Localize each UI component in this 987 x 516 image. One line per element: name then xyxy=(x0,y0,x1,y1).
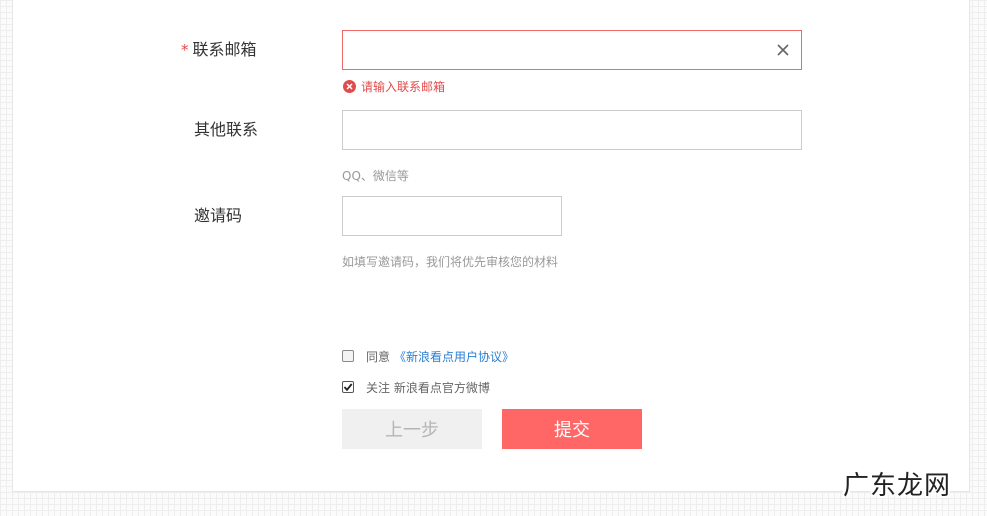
watermark: 广东龙网 xyxy=(842,471,951,501)
invite-code-box[interactable] xyxy=(342,196,562,236)
check-icon xyxy=(343,383,353,392)
follow-text: 关注 新浪看点官方微博 xyxy=(366,380,490,395)
prev-step-button[interactable]: 上一步 xyxy=(342,409,482,449)
agree-row: 同意 《新浪看点用户协议》 xyxy=(342,348,514,364)
user-agreement-link[interactable]: 《新浪看点用户协议》 xyxy=(394,348,514,365)
other-contact-hint: QQ、微信等 xyxy=(342,169,409,183)
agree-checkbox[interactable] xyxy=(342,350,354,362)
form-card xyxy=(12,0,970,492)
close-icon[interactable] xyxy=(773,40,793,60)
email-label-text: 联系邮箱 xyxy=(192,40,257,59)
required-mark: * xyxy=(181,41,189,59)
email-field[interactable] xyxy=(351,31,765,69)
follow-checkbox[interactable] xyxy=(342,381,354,393)
invite-code-label: 邀请码 xyxy=(194,206,243,225)
email-label: * 联系邮箱 xyxy=(181,40,257,60)
email-error-text: 请输入联系邮箱 xyxy=(361,79,446,94)
agree-text: 同意 xyxy=(366,349,391,364)
other-contact-field[interactable] xyxy=(351,111,795,149)
email-field-box[interactable] xyxy=(342,30,802,70)
other-contact-label: 其他联系 xyxy=(194,120,259,139)
error-icon xyxy=(343,79,356,93)
invite-code-field[interactable] xyxy=(351,197,555,235)
email-error: 请输入联系邮箱 xyxy=(343,78,445,94)
submit-button[interactable]: 提交 xyxy=(502,409,642,449)
invite-code-hint: 如填写邀请码，我们将优先审核您的材料 xyxy=(342,255,559,269)
other-contact-box[interactable] xyxy=(342,110,802,150)
follow-row: 关注 新浪看点官方微博 xyxy=(342,379,490,395)
